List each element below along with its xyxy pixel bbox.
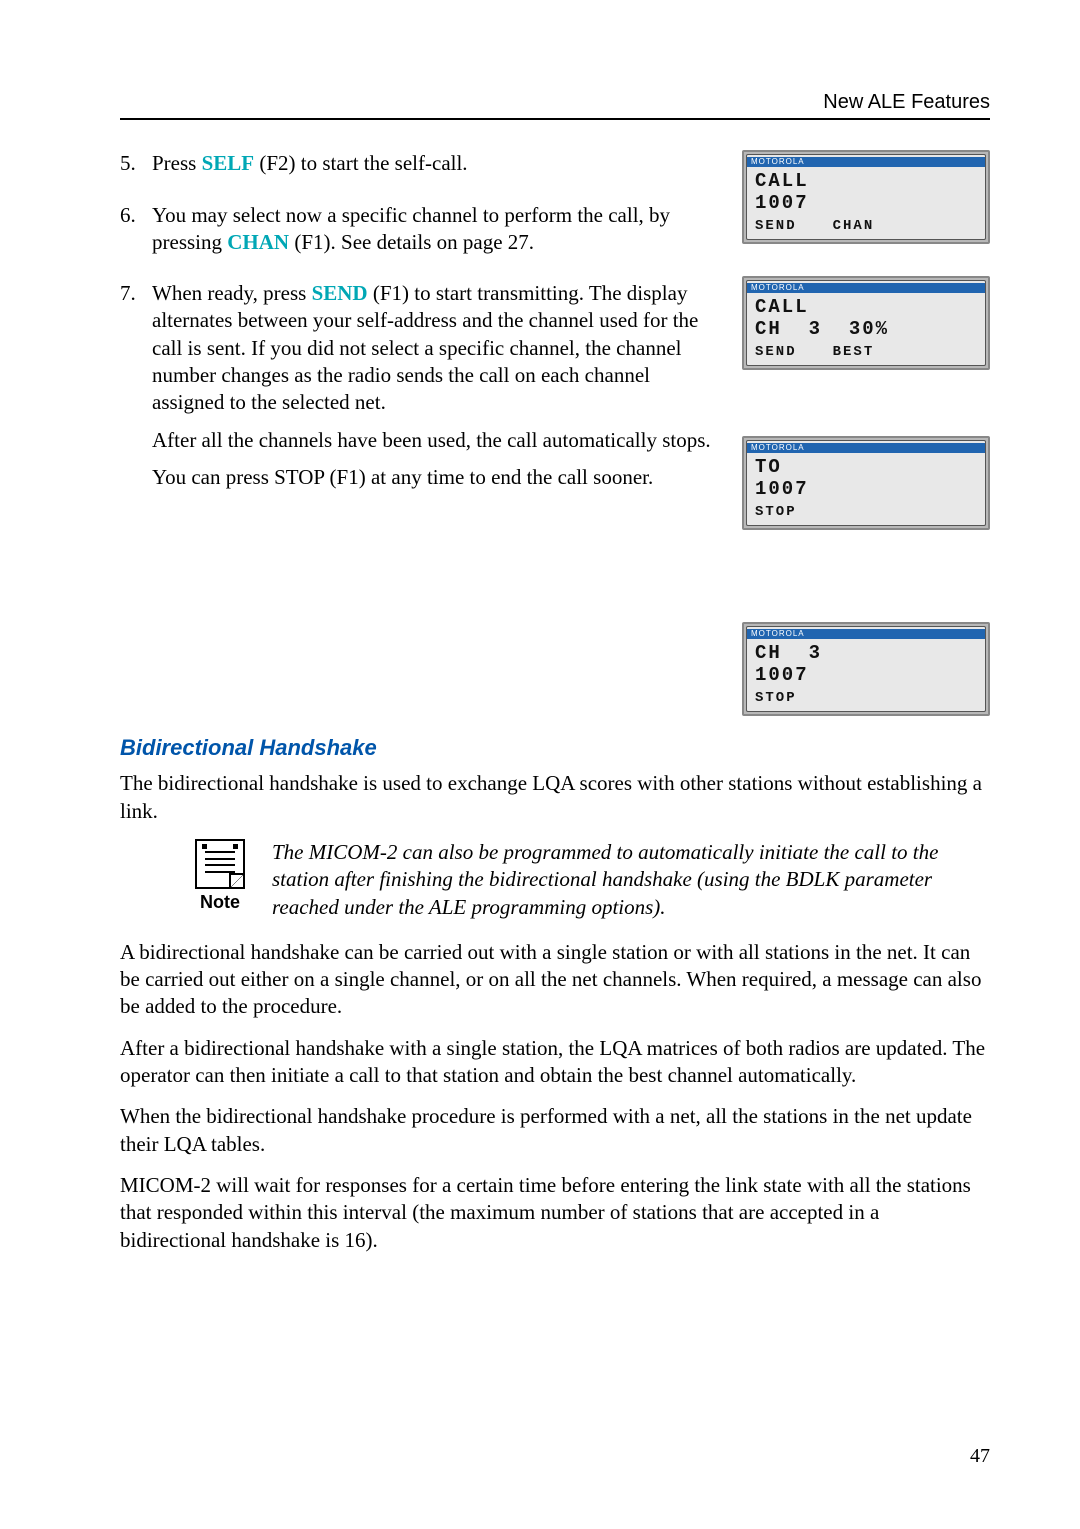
lcd-inner: MOTOROLA CH 3 1007STOP — [746, 626, 986, 712]
lcd-softkey: BEST — [833, 343, 875, 361]
lcd-panel: MOTOROLA CALL 1007SEND CHAN — [742, 150, 990, 244]
step-item: 5.Press SELF (F2) to start the self-call… — [120, 150, 720, 187]
step-paragraph: Press SELF (F2) to start the self-call. — [152, 150, 720, 177]
step-number: 6. — [120, 202, 152, 267]
lcd-softkey: SEND — [755, 217, 797, 235]
lcd-body: CALL CH 3 30% — [747, 295, 985, 343]
body-paragraph: After a bidirectional handshake with a s… — [120, 1035, 990, 1090]
lcd-panel: MOTOROLA CALL CH 3 30%SEND BEST — [742, 276, 990, 370]
body-paragraph: When the bidirectional handshake procedu… — [120, 1103, 990, 1158]
step-number: 7. — [120, 280, 152, 501]
step-body: You may select now a specific channel to… — [152, 202, 720, 267]
body-paragraph: MICOM-2 will wait for responses for a ce… — [120, 1172, 990, 1254]
lcd-inner: MOTOROLA CALL 1007SEND CHAN — [746, 154, 986, 240]
lcd-spacer — [742, 254, 990, 266]
lcd-column: MOTOROLACALL 1007SENDCHANMOTOROLACALL CH… — [742, 150, 990, 716]
lcd-inner: MOTOROLA CALL CH 3 30%SEND BEST — [746, 280, 986, 366]
text-run: (F2) to start the self-call. — [254, 151, 467, 175]
softkey-label: SEND — [312, 281, 368, 305]
softkey-label: CHAN — [227, 230, 289, 254]
lcd-brand: MOTOROLA — [747, 157, 985, 167]
text-run: When ready, press — [152, 281, 312, 305]
lcd-brand: MOTOROLA — [747, 283, 985, 293]
step-paragraph: After all the channels have been used, t… — [152, 427, 720, 454]
lcd-softkey-row: STOP — [747, 689, 985, 711]
step-list: 5.Press SELF (F2) to start the self-call… — [120, 150, 720, 501]
text-run: After all the channels have been used, t… — [152, 428, 711, 452]
text-run: ​(F1). See details on page 27. — [289, 230, 534, 254]
step-item: 7.When ready, press SEND (F1) to start t… — [120, 280, 720, 501]
step-number: 5. — [120, 150, 152, 187]
note-text: The MICOM-2 can also be programmed to au… — [272, 839, 990, 921]
body-paragraph: A bidirectional handshake can be carried… — [120, 939, 990, 1021]
lcd-brand: MOTOROLA — [747, 629, 985, 639]
note-icon-wrap: Note — [190, 839, 250, 914]
body-paragraph: The bidirectional handshake is used to e… — [120, 770, 990, 825]
section-title: Bidirectional Handshake — [120, 734, 990, 763]
lcd-body: TO 1007 — [747, 455, 985, 503]
lcd-softkey-row: SEND BEST — [747, 343, 985, 365]
lcd-spacer — [742, 540, 990, 612]
lcd-body: CALL 1007 — [747, 169, 985, 217]
lcd-spacer — [742, 380, 990, 426]
lcd-softkey: STOP — [755, 503, 797, 521]
step-paragraph: You may select now a specific channel to… — [152, 202, 720, 257]
lcd-panel: MOTOROLA TO 1007STOP — [742, 436, 990, 530]
text-run: You can press STOP (F1) at any time to e… — [152, 465, 653, 489]
lcd-body: CH 3 1007 — [747, 641, 985, 689]
note-label: Note — [190, 891, 250, 914]
softkey-label: SELF — [202, 151, 255, 175]
note-block: Note The MICOM-2 can also be programmed … — [190, 839, 990, 921]
header-title: New ALE Features — [823, 91, 990, 113]
text-run: Press — [152, 151, 202, 175]
lcd-softkey: STOP — [755, 689, 797, 707]
lcd-softkey-row: STOP — [747, 503, 985, 525]
step-body: Press SELF (F2) to start the self-call. — [152, 150, 720, 187]
lcd-softkey: SEND — [755, 343, 797, 361]
step-paragraph: You can press STOP (F1) at any time to e… — [152, 464, 720, 491]
text-column: 5.Press SELF (F2) to start the self-call… — [120, 150, 720, 716]
page-number: 47 — [970, 1443, 990, 1469]
note-icon — [195, 839, 245, 889]
main-content-row: 5.Press SELF (F2) to start the self-call… — [120, 150, 990, 716]
step-paragraph: When ready, press SEND (F1) to start tra… — [152, 280, 720, 416]
lcd-inner: MOTOROLA TO 1007STOP — [746, 440, 986, 526]
lcd-panel: MOTOROLA CH 3 1007STOP — [742, 622, 990, 716]
lcd-softkey: CHAN — [833, 217, 875, 235]
page-header: New ALE Features — [120, 88, 990, 120]
step-item: 6.You may select now a specific channel … — [120, 202, 720, 267]
lcd-softkey-row: SEND CHAN — [747, 217, 985, 239]
lcd-brand: MOTOROLA — [747, 443, 985, 453]
step-body: When ready, press SEND (F1) to start tra… — [152, 280, 720, 501]
